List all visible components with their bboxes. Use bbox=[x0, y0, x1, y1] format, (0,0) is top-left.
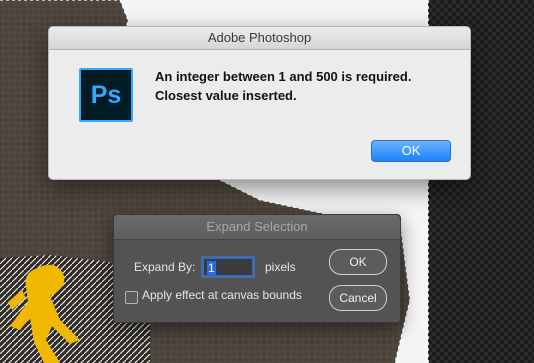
expand-by-value: 1 bbox=[207, 261, 216, 275]
alert-ok-button[interactable]: OK bbox=[371, 140, 451, 162]
alert-message-line-1: An integer between 1 and 500 is required… bbox=[155, 69, 412, 84]
unit-label: pixels bbox=[265, 260, 296, 274]
cancel-button[interactable]: Cancel bbox=[329, 285, 387, 311]
photoshop-app-icon: Ps bbox=[79, 68, 133, 122]
alert-message: An integer between 1 and 500 is required… bbox=[155, 67, 455, 105]
apply-at-canvas-bounds-checkbox[interactable] bbox=[125, 291, 138, 304]
alert-message-line-2: Closest value inserted. bbox=[155, 88, 297, 103]
expand-by-input[interactable]: 1 bbox=[203, 258, 253, 276]
dialog-title: Expand Selection bbox=[114, 215, 400, 240]
expand-selection-dialog: Expand Selection Expand By: 1 pixels App… bbox=[113, 214, 401, 323]
alert-title: Adobe Photoshop bbox=[49, 27, 470, 50]
ok-button[interactable]: OK bbox=[329, 249, 387, 275]
expand-by-label: Expand By: bbox=[134, 260, 196, 274]
apply-at-canvas-bounds-label[interactable]: Apply effect at canvas bounds bbox=[142, 288, 302, 302]
photoshop-alert-dialog: Adobe Photoshop Ps An integer between 1 … bbox=[48, 26, 471, 180]
